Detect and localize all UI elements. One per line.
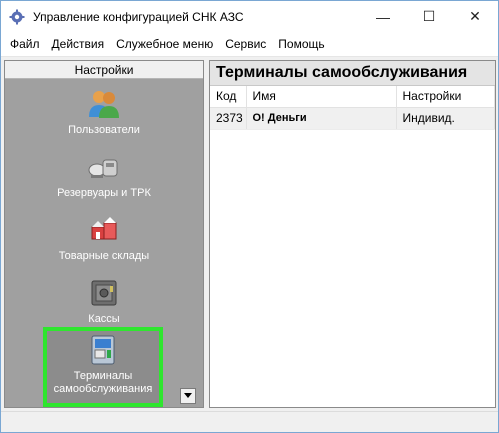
sidebar-item-label: Кассы xyxy=(88,313,120,325)
terminal-icon xyxy=(86,333,120,367)
maximize-button[interactable]: ☐ xyxy=(406,1,452,32)
menu-actions[interactable]: Действия xyxy=(46,32,111,57)
sidebar-item-label: Пользователи xyxy=(68,124,140,136)
scroll-down-button[interactable] xyxy=(180,388,196,404)
chevron-down-icon xyxy=(184,392,192,401)
sidebar-header: Настройки xyxy=(5,61,203,79)
cell-code: 2373 xyxy=(210,107,247,130)
title-bar: Управление конфигурацией СНК АЗС — ☐ ✕ xyxy=(1,1,498,32)
menu-help[interactable]: Помощь xyxy=(272,32,330,57)
cashbox-icon xyxy=(87,276,121,310)
panel-title: Терминалы самообслуживания xyxy=(210,61,495,86)
sidebar-item-label: Терминалы самообслуживания xyxy=(53,370,153,395)
sidebar-item-warehouse[interactable]: Товарные склады xyxy=(5,213,203,275)
sidebar-item-users[interactable]: Пользователи xyxy=(5,87,203,149)
warehouse-icon xyxy=(87,213,121,247)
terminals-panel: Терминалы самообслуживания Код Имя Настр… xyxy=(209,60,496,408)
users-icon xyxy=(87,87,121,121)
column-header-settings[interactable]: Настройки xyxy=(396,86,495,108)
window-title: Управление конфигурацией СНК АЗС xyxy=(33,9,244,24)
app-window: Управление конфигурацией СНК АЗС — ☐ ✕ Ф… xyxy=(0,0,499,433)
minimize-button[interactable]: — xyxy=(360,1,406,32)
tanks-icon xyxy=(87,150,121,184)
column-header-name[interactable]: Имя xyxy=(246,86,397,108)
settings-sidebar: Настройки Пользователи Резервуары и ТРК … xyxy=(4,60,204,408)
sidebar-item-tanks[interactable]: Резервуары и ТРК xyxy=(5,150,203,212)
menu-service[interactable]: Сервис xyxy=(219,32,272,57)
column-header-code[interactable]: Код xyxy=(210,86,247,108)
close-button[interactable]: ✕ xyxy=(452,1,498,32)
gear-icon xyxy=(9,9,25,25)
status-bar xyxy=(1,411,498,432)
sidebar-item-label: Товарные склады xyxy=(58,250,150,262)
menu-file[interactable]: Файл xyxy=(4,32,46,57)
cell-name: О! Деньги xyxy=(246,107,397,130)
terminals-table: Код Имя Настройки 2373 О! Деньги Индивид… xyxy=(210,86,495,130)
menu-service-menu[interactable]: Служебное меню xyxy=(110,32,219,57)
menu-bar: Файл Действия Служебное меню Сервис Помо… xyxy=(1,32,498,57)
cell-settings: Индивид. xyxy=(396,107,495,130)
sidebar-item-terminals[interactable]: Терминалы самообслуживания xyxy=(43,327,163,407)
sidebar-item-label: Резервуары и ТРК xyxy=(57,187,151,199)
table-row[interactable]: 2373 О! Деньги Индивид. xyxy=(210,107,495,130)
